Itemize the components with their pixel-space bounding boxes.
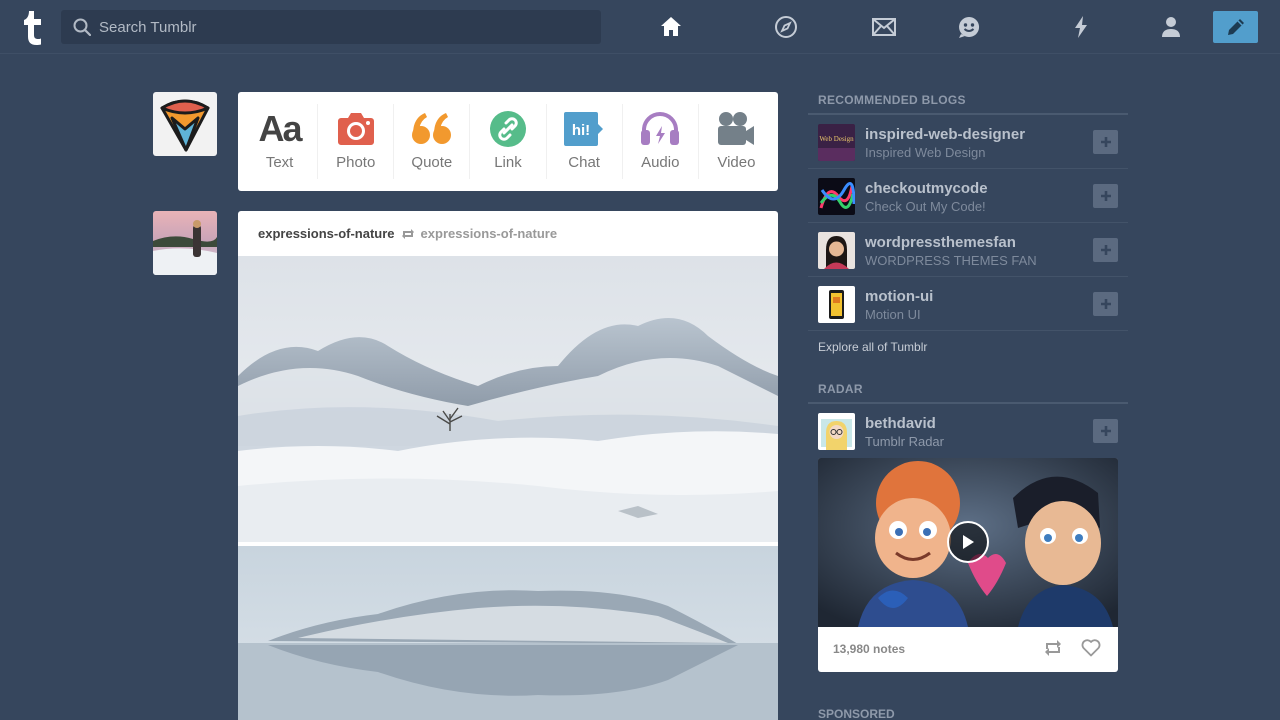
blog-title: Motion UI [865,307,921,322]
blog-name[interactable]: inspired-web-designer [865,126,1025,143]
plus-icon [1100,299,1111,309]
compose-audio-button[interactable]: Audio [623,104,699,179]
compose-photo-button[interactable]: Photo [318,104,395,179]
heart-icon[interactable] [1081,639,1101,662]
blog-title: WORDPRESS THEMES FAN [865,253,1037,268]
search-input[interactable] [99,10,589,44]
plus-icon [1100,426,1111,436]
compose-post-button[interactable] [1213,11,1258,43]
radar-video-thumbnail[interactable] [818,458,1118,627]
post-blog-name[interactable]: expressions-of-nature [258,226,395,241]
recommended-blogs-heading: RECOMMENDED BLOGS [808,90,1128,115]
recommended-blog-row[interactable]: checkoutmycode Check Out My Code! [808,169,1128,223]
compose-photo-label: Photo [336,154,376,171]
blog-avatar [818,178,855,215]
headphones-icon [640,109,680,149]
notes-count[interactable]: 13,980 notes [833,642,905,656]
messaging-smiley-icon[interactable] [956,14,982,40]
sidebar: RECOMMENDED BLOGS Web Design inspired-we… [808,90,1128,720]
chat-bubble-icon: hi! [563,109,605,149]
svg-text:hi!: hi! [572,122,590,139]
reblog-icon [401,228,414,239]
search-bar [61,10,601,44]
blog-name[interactable]: motion-ui [865,288,933,305]
radar-blog-name[interactable]: bethdavid [865,415,936,432]
compose-link-button[interactable]: Link [470,104,547,179]
compose-audio-label: Audio [641,154,680,171]
follow-button[interactable] [1093,419,1118,443]
home-icon[interactable] [658,14,684,40]
reblogged-from-name[interactable]: expressions-of-nature [421,226,558,241]
top-navigation-bar [0,0,1280,54]
radar-blog-avatar [818,413,855,450]
radar-blog-title: Tumblr Radar [865,434,944,449]
post-photo-snowy-mountains[interactable] [238,256,778,542]
quote-icon [411,109,453,149]
follow-button[interactable] [1093,292,1118,316]
tumblr-logo-icon[interactable] [20,9,44,45]
radar-post-card: 13,980 notes [818,458,1118,672]
text-aa-icon: Aa [258,108,303,149]
explore-compass-icon[interactable] [773,14,799,40]
blog-avatar [818,286,855,323]
blog-avatar: Web Design [818,124,855,161]
compose-chat-button[interactable]: hi! Chat [547,104,623,179]
compose-text-label: Text [265,154,294,171]
explore-all-link[interactable]: Explore all of Tumblr [808,331,1128,379]
link-icon [489,109,527,149]
inbox-mail-icon[interactable] [871,14,897,40]
video-camera-icon [716,109,756,149]
post-compose-bar: Aa Text Photo Quote Link hi! Chat Audio [238,92,778,191]
recommended-blog-row[interactable]: Web Design inspired-web-designer Inspire… [808,115,1128,169]
radar-heading: RADAR [808,379,1128,404]
post-author-avatar[interactable] [153,211,217,275]
compose-quote-label: Quote [411,154,453,171]
compose-chat-label: Chat [568,154,600,171]
follow-button[interactable] [1093,184,1118,208]
post-header: expressions-of-nature expressions-of-nat… [238,211,778,256]
plus-icon [1100,137,1111,147]
dashboard-post: expressions-of-nature expressions-of-nat… [238,211,778,720]
compose-link-label: Link [494,154,522,171]
compose-text-button[interactable]: Aa Text [242,104,319,179]
blog-title: Inspired Web Design [865,145,986,160]
play-icon[interactable] [947,521,989,563]
compose-pencil-icon [1227,19,1244,35]
recommended-blog-row[interactable]: motion-ui Motion UI [808,277,1128,331]
post-footer: 13,980 notes [818,627,1118,672]
user-avatar[interactable] [153,92,217,156]
compose-video-button[interactable]: Video [699,104,774,179]
follow-button[interactable] [1093,130,1118,154]
search-icon [73,18,91,36]
plus-icon [1100,191,1111,201]
reblog-icon[interactable] [1043,639,1063,662]
radar-blog-row[interactable]: bethdavid Tumblr Radar [808,404,1128,458]
blog-avatar [818,232,855,269]
camera-icon [337,109,375,149]
blog-title: Check Out My Code! [865,199,986,214]
recommended-blog-row[interactable]: wordpressthemesfan WORDPRESS THEMES FAN [808,223,1128,277]
follow-button[interactable] [1093,238,1118,262]
compose-video-label: Video [717,154,756,171]
compose-quote-button[interactable]: Quote [394,104,471,179]
blog-name[interactable]: wordpressthemesfan [865,234,1016,251]
sponsored-heading: SPONSORED [818,707,895,720]
account-person-icon[interactable] [1158,14,1184,40]
plus-icon [1100,245,1111,255]
blog-name[interactable]: checkoutmycode [865,180,988,197]
post-photo-lake-reflection[interactable] [238,546,778,720]
activity-lightning-icon[interactable] [1068,14,1094,40]
blog-avatar-logo-text: Web Design [819,135,854,143]
